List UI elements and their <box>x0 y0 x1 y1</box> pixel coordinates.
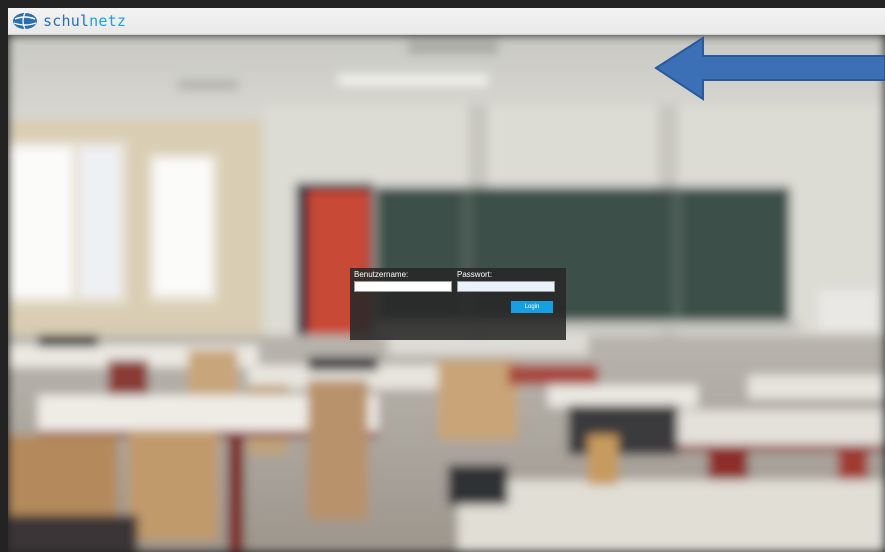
brand-logo[interactable]: schulnetz <box>12 12 126 30</box>
brand-name-prefix: schul <box>43 12 90 30</box>
username-label: Benutzername: <box>354 270 409 279</box>
header-bar: schulnetz <box>8 8 885 35</box>
password-label: Passwort: <box>457 270 493 279</box>
brand-name-suffix: netz <box>89 12 127 30</box>
app-frame: schulnetz Benutzername: Passwort: Login <box>0 0 885 552</box>
login-panel: Benutzername: Passwort: Login <box>350 268 566 340</box>
brand-name: schulnetz <box>43 12 126 30</box>
username-field[interactable] <box>354 281 452 292</box>
globe-logo-icon <box>13 12 37 30</box>
login-button[interactable]: Login <box>511 301 553 313</box>
password-field[interactable] <box>457 281 555 292</box>
